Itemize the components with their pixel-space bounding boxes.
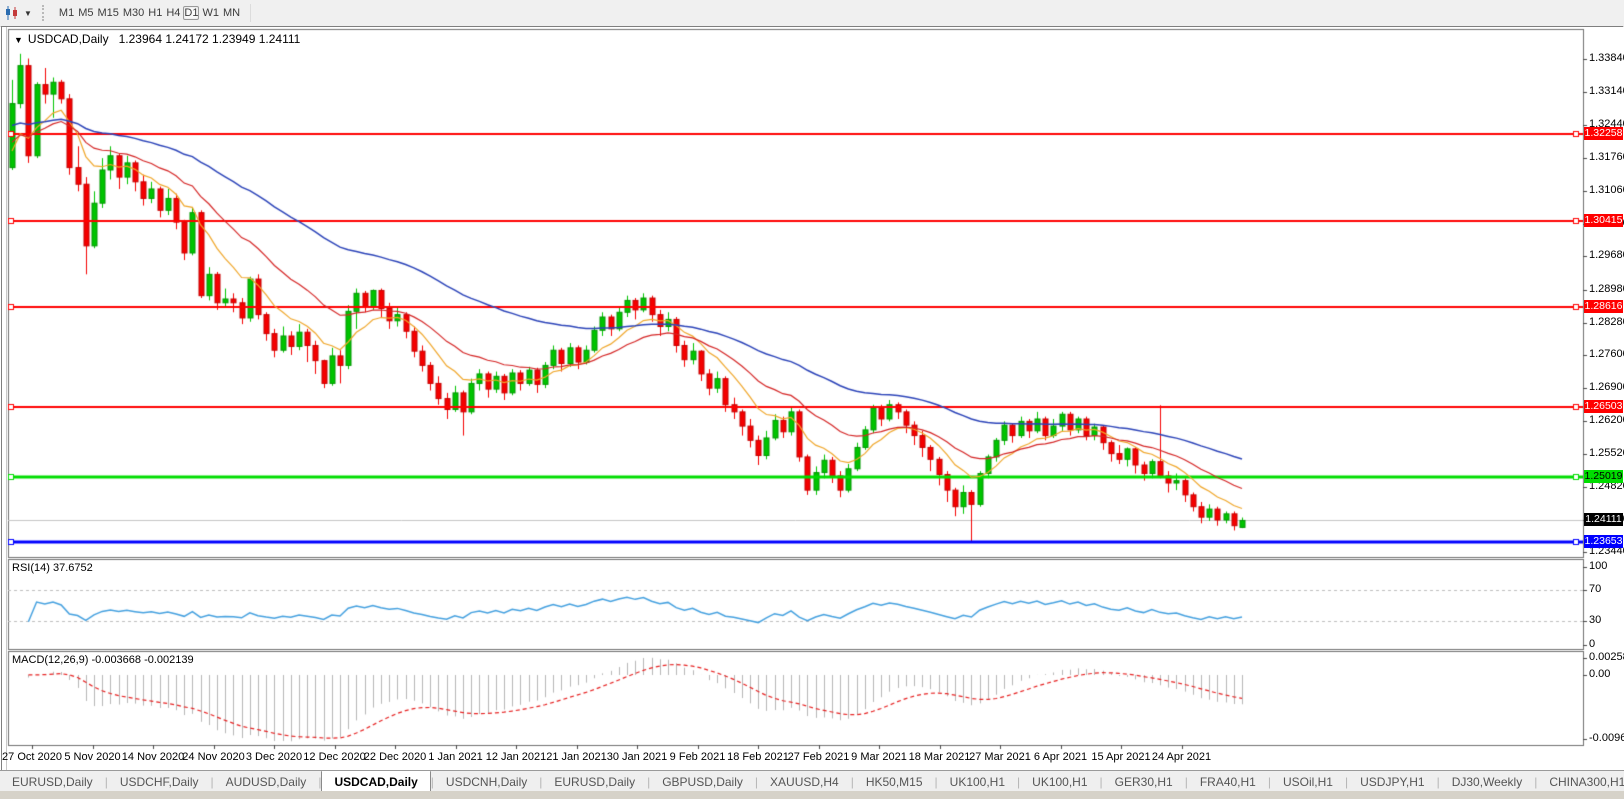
chart-tab-eurusd-daily[interactable]: EURUSD,Daily [542,771,647,792]
chart-tab-ger30-h1[interactable]: GER30,H1 [1103,771,1185,792]
macd-label: MACD(12,26,9) [12,654,88,666]
chart-tab-usdjpy-h1[interactable]: USDJPY,H1 [1348,771,1436,792]
price-axis-tick: 1.28280 [1589,316,1624,328]
resistance-price-label[interactable]: 1.30415 [1584,214,1623,227]
chart-tab-usdchf-daily[interactable]: USDCHF,Daily [108,771,211,792]
rsi-value: 37.6752 [53,562,93,574]
date-axis-label: 18 Mar 2021 [909,751,971,763]
rsi-panel-title: RSI(14) 37.6752 [12,562,93,574]
date-axis-label: 27 Feb 2021 [788,751,850,763]
date-axis-label: 9 Mar 2021 [851,751,907,763]
price-axis-tick: 1.29680 [1589,249,1624,261]
chart-tab-usdcad-daily[interactable]: USDCAD,Daily [321,770,430,792]
date-axis-label: 12 Dec 2020 [303,751,365,763]
price-axis-tick: 1.33140 [1589,85,1624,97]
mt4-window: ▼ M1M5M15M30H1H4D1W1MN ▼USDCAD,Daily1.23… [0,0,1624,799]
resistance-price-label[interactable]: 1.32258 [1584,127,1623,140]
price-axis-tick: 1.26900 [1589,381,1624,393]
rsi-axis-tick: 30 [1589,614,1601,626]
macd-values: -0.003668 -0.002139 [91,654,193,666]
date-axis-label: 5 Nov 2020 [64,751,120,763]
macd-axis-tick: -0.00968 [1589,732,1624,744]
resistance-price-label[interactable]: 1.28616 [1584,300,1623,313]
chart-tab-bar: EURUSD,Daily|USDCHF,Daily|AUDUSD,Daily|U… [0,770,1624,792]
resistance-price-label[interactable]: 1.26503 [1584,400,1623,413]
price-axis-tick: 1.25520 [1589,447,1624,459]
chart-tab-uk100-h1[interactable]: UK100,H1 [938,771,1017,792]
price-axis-tick: 1.26200 [1589,414,1624,426]
date-axis-label: 3 Dec 2020 [246,751,302,763]
price-axis-tick: 1.31760 [1589,151,1624,163]
support-price-label[interactable]: 1.23653 [1584,535,1623,548]
date-axis-label: 14 Nov 2020 [122,751,184,763]
chart-tab-dj30-weekly[interactable]: DJ30,Weekly [1440,771,1534,792]
chart-tab-eurusd-daily[interactable]: EURUSD,Daily [0,771,105,792]
price-axis-tick: 1.33840 [1589,52,1624,64]
chart-tab-usdcnh-daily[interactable]: USDCNH,Daily [434,771,539,792]
support-price-label[interactable]: 1.25019 [1584,470,1623,483]
chart-canvas[interactable] [0,0,1624,799]
chart-tab-gbpusd-daily[interactable]: GBPUSD,Daily [650,771,755,792]
chart-tab-hk50-m15[interactable]: HK50,M15 [854,771,935,792]
rsi-axis-tick: 0 [1589,638,1595,650]
macd-axis-tick: 0.00258 [1589,651,1624,663]
chart-tab-fra40-h1[interactable]: FRA40,H1 [1188,771,1268,792]
price-axis-tick: 1.27600 [1589,348,1624,360]
current-price-label: 1.24111 [1584,513,1623,526]
chart-symbol-label: USDCAD,Daily [28,32,109,46]
date-axis-label: 22 Dec 2020 [364,751,426,763]
date-axis-label: 15 Apr 2021 [1091,751,1150,763]
date-axis-label: 27 Oct 2020 [2,751,62,763]
date-axis-label: 21 Jan 2021 [546,751,607,763]
chart-tab-uk100-h1[interactable]: UK100,H1 [1020,771,1099,792]
chart-tab-china300-h1[interactable]: CHINA300,H1 [1537,771,1624,792]
chart-dropdown-icon[interactable]: ▼ [14,35,23,45]
date-axis-label: 6 Apr 2021 [1034,751,1087,763]
chart-tab-audusd-daily[interactable]: AUDUSD,Daily [214,771,319,792]
date-axis-label: 1 Jan 2021 [428,751,482,763]
date-axis-label: 24 Apr 2021 [1152,751,1211,763]
macd-axis-tick: 0.00 [1589,668,1610,680]
price-axis-tick: 1.28980 [1589,283,1624,295]
date-axis-label: 18 Feb 2021 [727,751,789,763]
price-axis-tick: 1.31060 [1589,184,1624,196]
rsi-axis-tick: 100 [1589,560,1607,572]
date-axis-label: 9 Feb 2021 [670,751,726,763]
rsi-axis-tick: 70 [1589,583,1601,595]
macd-panel-title: MACD(12,26,9) -0.003668 -0.002139 [12,654,194,666]
chart-title: ▼ USDCAD,Daily 1.23964 1.24172 1.23949 1.2… [14,32,300,46]
date-axis-label: 24 Nov 2020 [182,751,244,763]
date-axis-label: 27 Mar 2021 [969,751,1031,763]
date-axis-label: 12 Jan 2021 [486,751,547,763]
window-bottom-edge [0,791,1624,799]
chart-tab-xauusd-h4[interactable]: XAUUSD,H4 [758,771,851,792]
chart-tab-usoil-h1[interactable]: USOil,H1 [1271,771,1345,792]
date-axis-label: 30 Jan 2021 [607,751,668,763]
chart-ohlc-values: 1.23964 1.24172 1.23949 1.24111 [119,32,301,46]
rsi-label: RSI(14) [12,562,50,574]
